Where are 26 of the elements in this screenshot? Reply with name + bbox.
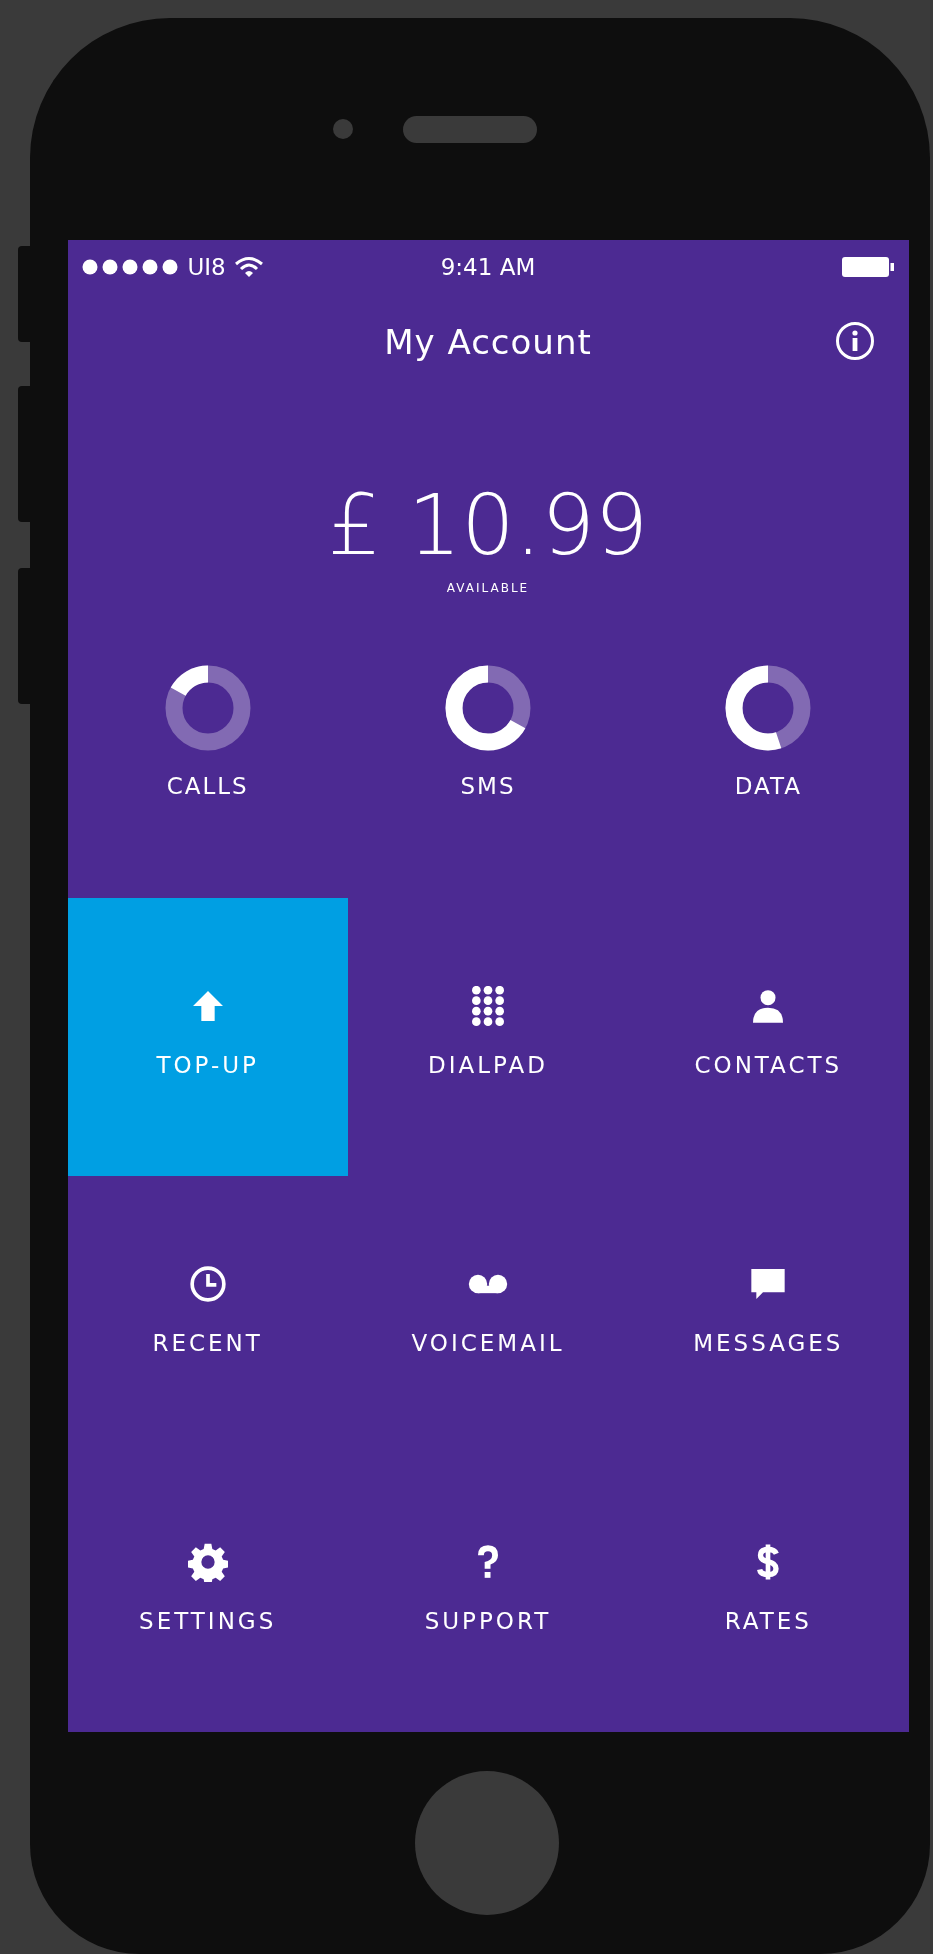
usage-label: CALLS bbox=[166, 772, 249, 799]
menu-tile[interactable]: VOICEMAIL bbox=[347, 1176, 629, 1454]
settings-icon bbox=[187, 1542, 228, 1582]
menu-tile[interactable]: MESSAGES bbox=[628, 1176, 909, 1454]
menu-tile[interactable]: SUPPORT bbox=[347, 1454, 629, 1732]
balance-amount: £ 10.99 bbox=[327, 482, 649, 567]
info-icon[interactable] bbox=[834, 321, 875, 362]
menu-tile[interactable]: CONTACTS bbox=[628, 898, 909, 1176]
menu-tile[interactable]: SETTINGS bbox=[67, 1454, 348, 1732]
balance-caption: AVAILABLE bbox=[446, 580, 530, 595]
battery-icon bbox=[840, 254, 895, 279]
screen-title: My Account bbox=[384, 322, 592, 363]
side-button[interactable] bbox=[18, 568, 30, 704]
usage-label: DATA bbox=[734, 772, 802, 799]
camera-dot bbox=[333, 119, 353, 139]
side-button[interactable] bbox=[18, 386, 30, 522]
clock-time: 9:41 AM bbox=[440, 253, 536, 280]
usage-label: SMS bbox=[460, 772, 516, 799]
signal-icon bbox=[81, 258, 180, 275]
side-button[interactable] bbox=[18, 246, 30, 342]
menu-tile[interactable]: RECENT bbox=[67, 1176, 348, 1454]
wifi-icon bbox=[233, 255, 264, 278]
clock-icon bbox=[187, 1264, 228, 1304]
carrier-name: UI8 bbox=[187, 253, 226, 280]
menu-tile[interactable]: DIALPAD bbox=[347, 898, 629, 1176]
menu-tile[interactable]: RATES bbox=[628, 1454, 909, 1732]
